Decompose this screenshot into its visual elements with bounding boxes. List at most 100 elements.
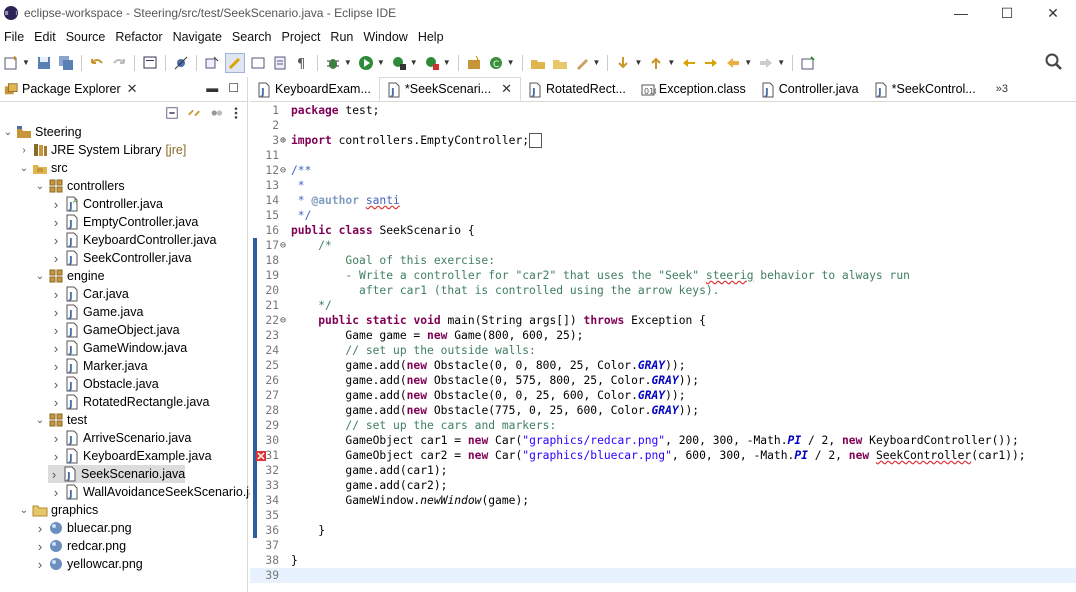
word-wrap-icon[interactable] [271, 54, 289, 72]
debug-dropdown-icon[interactable]: ▼ [344, 58, 352, 67]
menu-refactor[interactable]: Refactor [111, 30, 168, 44]
code-line[interactable]: 36 } [250, 523, 1076, 538]
tree-item[interactable]: ⌄ graphics [18, 501, 98, 519]
tab-overflow-button[interactable]: »3 [996, 83, 1008, 95]
editor-tab[interactable]: J *SeekScenari... ✕ [378, 77, 521, 101]
tree-item[interactable]: › J RotatedRectangle.java [50, 393, 209, 411]
save-icon[interactable] [35, 54, 53, 72]
minimize-button[interactable]: — [938, 0, 984, 26]
new-java-project-icon[interactable] [465, 54, 483, 72]
tree-leaf-arrow[interactable]: › [50, 287, 62, 302]
code-line[interactable]: 26 game.add(new Obstacle(0, 575, 800, 25… [250, 373, 1076, 388]
tree-item[interactable]: › redcar.png [34, 537, 126, 555]
code-line[interactable]: 22 ⊖ public static void main(String args[… [250, 313, 1076, 328]
tree-item[interactable]: › J A Controller.java [50, 195, 163, 213]
code-line[interactable]: 29 // set up the cars and markers: [250, 418, 1076, 433]
menu-run[interactable]: Run [326, 30, 359, 44]
tree-item[interactable]: › JRE System Library [jre] [18, 141, 186, 159]
code-line[interactable]: 11 [250, 148, 1076, 163]
tree-leaf-arrow[interactable]: › [34, 557, 46, 572]
tree-leaf-arrow[interactable]: › [50, 485, 62, 500]
tree-leaf-arrow[interactable]: › [50, 449, 62, 464]
code-line[interactable]: 28 game.add(new Obstacle(775, 0, 25, 600… [250, 403, 1076, 418]
code-line[interactable]: 38} [250, 553, 1076, 568]
tree-leaf-arrow[interactable]: › [50, 377, 62, 392]
tree-item[interactable]: ⌄ controllers [34, 177, 125, 195]
tree-item[interactable]: › J EmptyController.java [50, 213, 198, 231]
menu-edit[interactable]: Edit [30, 30, 62, 44]
code-line[interactable]: 32 game.add(car1); [250, 463, 1076, 478]
code-line[interactable]: 33 game.add(car2); [250, 478, 1076, 493]
redo-icon[interactable] [110, 54, 128, 72]
tree-item[interactable]: › yellowcar.png [34, 555, 143, 573]
code-line[interactable]: 39 [250, 568, 1076, 583]
tree-leaf-arrow[interactable]: › [50, 251, 62, 266]
menu-window[interactable]: Window [359, 30, 413, 44]
tree-item[interactable]: › J KeyboardController.java [50, 231, 216, 249]
tree-leaf-arrow[interactable]: › [34, 539, 46, 554]
tree-leaf-arrow[interactable]: › [50, 341, 62, 356]
external-tools-dropdown-icon[interactable]: ▼ [443, 58, 451, 67]
previous-annotation-icon[interactable] [647, 54, 665, 72]
view-menu-icon[interactable] [231, 106, 241, 120]
close-icon[interactable]: ✕ [127, 81, 138, 97]
tree-item[interactable]: › J SeekScenario.java [48, 465, 186, 483]
toggle-breadcrumb-icon[interactable] [203, 54, 221, 72]
next-annotation-dropdown-icon[interactable]: ▼ [634, 58, 642, 67]
collapse-fold-icon[interactable]: ⊖ [280, 313, 289, 328]
run-dropdown-icon[interactable]: ▼ [377, 58, 385, 67]
tree-item[interactable]: › J Game.java [50, 303, 143, 321]
tree-item[interactable]: › J Obstacle.java [50, 375, 159, 393]
block-selection-icon[interactable] [249, 54, 267, 72]
code-line[interactable]: 30 GameObject car1 = new Car("graphics/r… [250, 433, 1076, 448]
minimize-view-icon[interactable]: ▬ [206, 81, 218, 95]
code-line[interactable]: 25 game.add(new Obstacle(0, 0, 800, 25, … [250, 358, 1076, 373]
undo-icon[interactable] [88, 54, 106, 72]
editor-tab[interactable]: J RotatedRect... [521, 77, 634, 101]
tree-leaf-arrow[interactable]: › [50, 197, 62, 212]
code-line[interactable]: 23 Game game = new Game(800, 600, 25); [250, 328, 1076, 343]
tree-item[interactable]: ⌄ src [18, 159, 68, 177]
code-line[interactable]: 27 game.add(new Obstacle(0, 0, 25, 600, … [250, 388, 1076, 403]
open-folder-icon[interactable] [551, 54, 569, 72]
tree-leaf-arrow[interactable]: › [50, 359, 62, 374]
code-line[interactable]: 15 */ [250, 208, 1076, 223]
open-type-icon[interactable] [529, 54, 547, 72]
code-line[interactable]: 21 */ [250, 298, 1076, 313]
code-line[interactable]: 24 // set up the outside walls: [250, 343, 1076, 358]
code-line[interactable]: 20 after car1 (that is controlled using … [250, 283, 1076, 298]
new-icon[interactable] [2, 54, 20, 72]
save-all-icon[interactable] [57, 54, 75, 72]
tree-item[interactable]: › J GameObject.java [50, 321, 180, 339]
next-annotation-icon[interactable] [614, 54, 632, 72]
code-line[interactable]: 12 ⊖/** [250, 163, 1076, 178]
code-line[interactable]: 16 public class SeekScenario { [250, 223, 1076, 238]
forward-dropdown-icon[interactable]: ▼ [777, 58, 785, 67]
tree-leaf-arrow[interactable]: › [50, 305, 62, 320]
code-line[interactable]: 34 GameWindow.newWindow(game); [250, 493, 1076, 508]
forward-icon[interactable] [757, 54, 775, 72]
new-class-icon[interactable]: C [487, 54, 505, 72]
tree-item[interactable]: › bluecar.png [34, 519, 132, 537]
menu-help[interactable]: Help [414, 30, 450, 44]
expanded-chevron-icon[interactable]: ⌄ [18, 505, 30, 516]
code-line[interactable]: 14 * @author santi [250, 193, 1076, 208]
close-window-button[interactable]: ✕ [1030, 0, 1076, 26]
tree-leaf-arrow[interactable]: › [48, 467, 60, 482]
expanded-chevron-icon[interactable]: ⌄ [34, 271, 46, 282]
expanded-chevron-icon[interactable]: ⌄ [2, 127, 14, 138]
editor-tab[interactable]: 010Exception.class [634, 77, 754, 101]
previous-annotation-dropdown-icon[interactable]: ▼ [667, 58, 675, 67]
run-icon[interactable] [357, 54, 375, 72]
skip-breakpoints-icon[interactable] [172, 54, 190, 72]
menu-source[interactable]: Source [62, 30, 112, 44]
code-line[interactable]: 19 - Write a controller for "car2" that … [250, 268, 1076, 283]
menu-project[interactable]: Project [278, 30, 327, 44]
tree-item[interactable]: › J GameWindow.java [50, 339, 187, 357]
console-icon[interactable] [141, 54, 159, 72]
coverage-icon[interactable] [390, 54, 408, 72]
code-line[interactable]: 13 * [250, 178, 1076, 193]
expand-fold-icon[interactable]: ⊕ [280, 133, 289, 148]
external-tools-icon[interactable] [423, 54, 441, 72]
code-line[interactable]: 37 [250, 538, 1076, 553]
